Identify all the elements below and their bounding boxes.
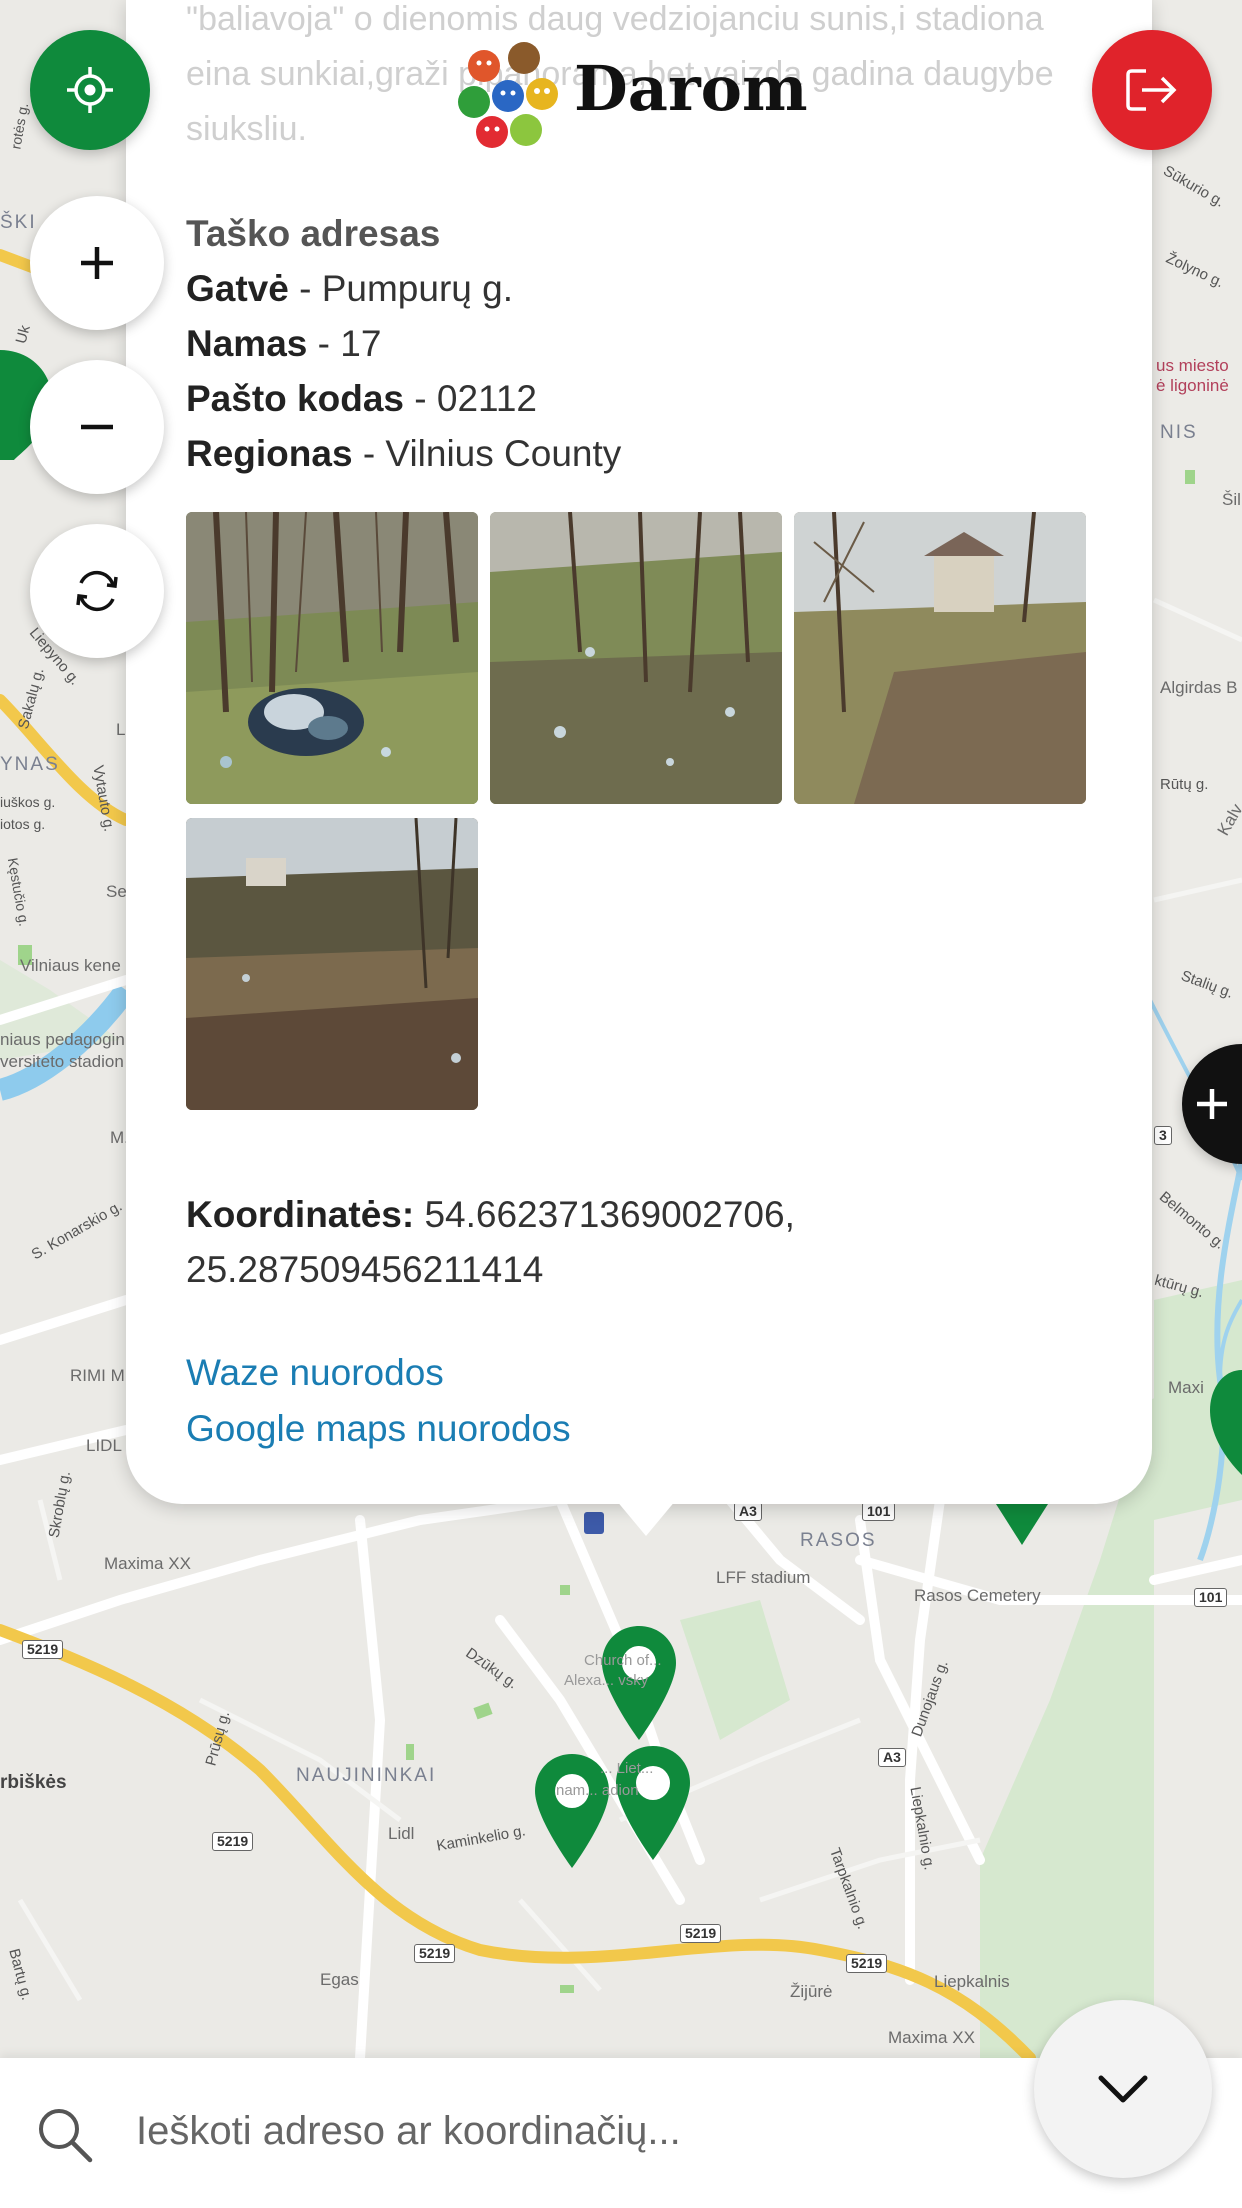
map-label: us miesto	[1156, 356, 1229, 375]
address-block: Taško adresas Gatvė - Pumpurų g. Namas -…	[186, 206, 621, 481]
road-shield: A3	[878, 1748, 906, 1767]
address-label: Regionas	[186, 433, 353, 474]
map-label: Rasos Cemetery	[914, 1586, 1041, 1605]
crosshair-icon	[67, 67, 113, 113]
map-label: LIDL	[86, 1436, 122, 1455]
map-label: Liepkalnis	[934, 1972, 1010, 1991]
road-shield: 5219	[212, 1832, 254, 1851]
road-shield: A3	[734, 1502, 762, 1521]
chevron-down-icon	[1098, 2075, 1148, 2103]
map-label: NIS	[1160, 422, 1198, 443]
photo-thumbnail[interactable]	[186, 512, 478, 804]
address-title: Taško adresas	[186, 213, 441, 254]
locate-button[interactable]	[30, 30, 150, 150]
zoom-out-button[interactable]	[30, 360, 164, 494]
plus-icon	[1197, 1089, 1227, 1119]
map-label: Alexa... vsky	[564, 1672, 649, 1689]
road-shield: 5219	[846, 1954, 888, 1973]
map-label: Maxima XX	[104, 1554, 191, 1573]
photo-thumbnail[interactable]	[490, 512, 782, 804]
logout-icon	[1126, 69, 1177, 111]
address-value: - Pumpurų g.	[288, 268, 513, 309]
map-label: ... Liet...	[600, 1760, 654, 1777]
address-value: - 17	[307, 323, 382, 364]
map-label: Žijūrė	[790, 1982, 833, 2001]
road-shield: 101	[1194, 1588, 1228, 1607]
map-label: Lidl	[388, 1824, 415, 1843]
map-label: LFF stadium	[716, 1568, 811, 1587]
map-label: RIMI M	[70, 1366, 125, 1385]
address-postcode: Pašto kodas - 02112	[186, 371, 621, 426]
photo-thumbnail[interactable]	[794, 512, 1086, 804]
road-shield: 101	[862, 1502, 896, 1521]
map-label: versiteto stadion	[0, 1052, 124, 1071]
map-label: rbiškės	[0, 1772, 67, 1793]
address-label: Gatvė	[186, 268, 289, 309]
map-label: ė ligoninė	[1156, 376, 1229, 395]
coordinates-value-lat: 54.662371369002706,	[414, 1194, 795, 1235]
photo-thumbnail[interactable]	[186, 818, 478, 1110]
road-shield: 5219	[414, 1944, 456, 1963]
search-icon	[39, 2109, 93, 2163]
coordinates-value-lng: 25.287509456211414	[186, 1249, 544, 1290]
map-label: Se	[106, 882, 127, 901]
map-label: Vilniaus kene	[20, 956, 121, 975]
map-label: L	[116, 720, 126, 739]
coordinates: Koordinatės: 54.662371369002706, 25.2875…	[186, 1187, 795, 1297]
road-shield: 5219	[22, 1640, 64, 1659]
address-street: Gatvė - Pumpurų g.	[186, 261, 621, 316]
map-label: nam... adion	[556, 1782, 639, 1799]
logo-text: Darom	[574, 52, 808, 125]
address-value: - 02112	[403, 378, 538, 419]
minus-icon	[81, 424, 113, 430]
coordinates-label: Koordinatės:	[186, 1194, 415, 1235]
map-label: iuškos g.	[0, 794, 56, 810]
address-house: Namas - 17	[186, 316, 621, 371]
map-label: NAUJININKAI	[296, 1765, 437, 1786]
address-label: Namas	[186, 323, 308, 364]
map-label: Rūtų g.	[1160, 776, 1209, 793]
map-label: ŠKI	[0, 212, 37, 233]
road-shield: 3	[1154, 1126, 1172, 1145]
waze-link[interactable]: Waze nuorodos	[186, 1352, 444, 1394]
map-label: Egas	[320, 1970, 359, 1989]
point-info-popup: "baliavoja" o dienomis daug vedziojanciu…	[126, 0, 1152, 1504]
road-shield: 5219	[680, 1924, 722, 1943]
search-input[interactable]	[134, 2100, 1038, 2162]
address-region: Regionas - Vilnius County	[186, 426, 621, 481]
map-label: Šil	[1222, 490, 1241, 509]
map-label: Church of...	[584, 1652, 662, 1669]
map-label: RASOS	[800, 1530, 877, 1551]
collapse-panel-button[interactable]	[1034, 2000, 1212, 2178]
address-value: - Vilnius County	[352, 433, 622, 474]
map-label: niaus pedagogin	[0, 1030, 125, 1049]
refresh-button[interactable]	[30, 524, 164, 658]
map-label: iotos g.	[0, 816, 46, 832]
map-label: Algirdas B	[1160, 678, 1238, 697]
google-maps-link[interactable]: Google maps nuorodos	[186, 1408, 571, 1450]
map-label: Maxima XX	[888, 2028, 975, 2047]
map-label: YNAS	[0, 754, 60, 775]
plus-icon	[81, 247, 113, 279]
zoom-in-button[interactable]	[30, 196, 164, 330]
popup-tail	[616, 1500, 676, 1536]
address-label: Pašto kodas	[186, 378, 404, 419]
logout-button[interactable]	[1092, 30, 1212, 150]
map-label: Maxi	[1168, 1378, 1204, 1397]
refresh-icon	[76, 570, 118, 612]
